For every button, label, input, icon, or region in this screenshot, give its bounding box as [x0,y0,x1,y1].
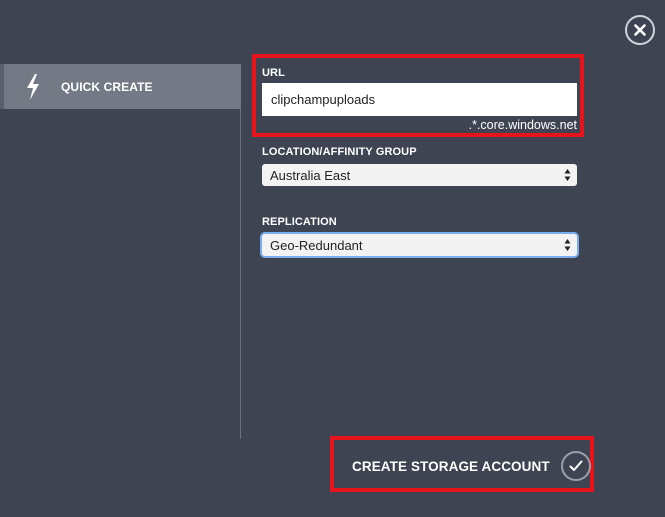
create-button-label: CREATE STORAGE ACCOUNT [352,458,550,474]
location-label: LOCATION/AFFINITY GROUP [262,146,417,158]
replication-label: REPLICATION [262,216,337,228]
url-label: URL [262,67,285,79]
select-arrows-icon [564,169,571,181]
url-suffix: .*.core.windows.net [468,118,577,132]
create-storage-account-button[interactable]: CREATE STORAGE ACCOUNT [352,450,591,482]
replication-select[interactable]: Geo-Redundant [262,234,577,256]
close-icon [634,24,646,36]
location-select-value: Australia East [270,167,351,183]
vertical-divider [240,109,241,439]
select-arrows-icon [564,239,571,251]
checkmark-icon [560,451,591,481]
url-input[interactable]: clipchampuploads [262,83,577,116]
location-select[interactable]: Australia East [262,164,577,186]
close-button[interactable] [625,15,655,45]
lightning-bolt-icon [24,73,42,101]
replication-select-value: Geo-Redundant [270,237,363,253]
nav-item-quick-create[interactable]: QUICK CREATE [0,64,241,109]
nav-item-label: QUICK CREATE [61,79,153,94]
selected-indicator [0,64,4,109]
